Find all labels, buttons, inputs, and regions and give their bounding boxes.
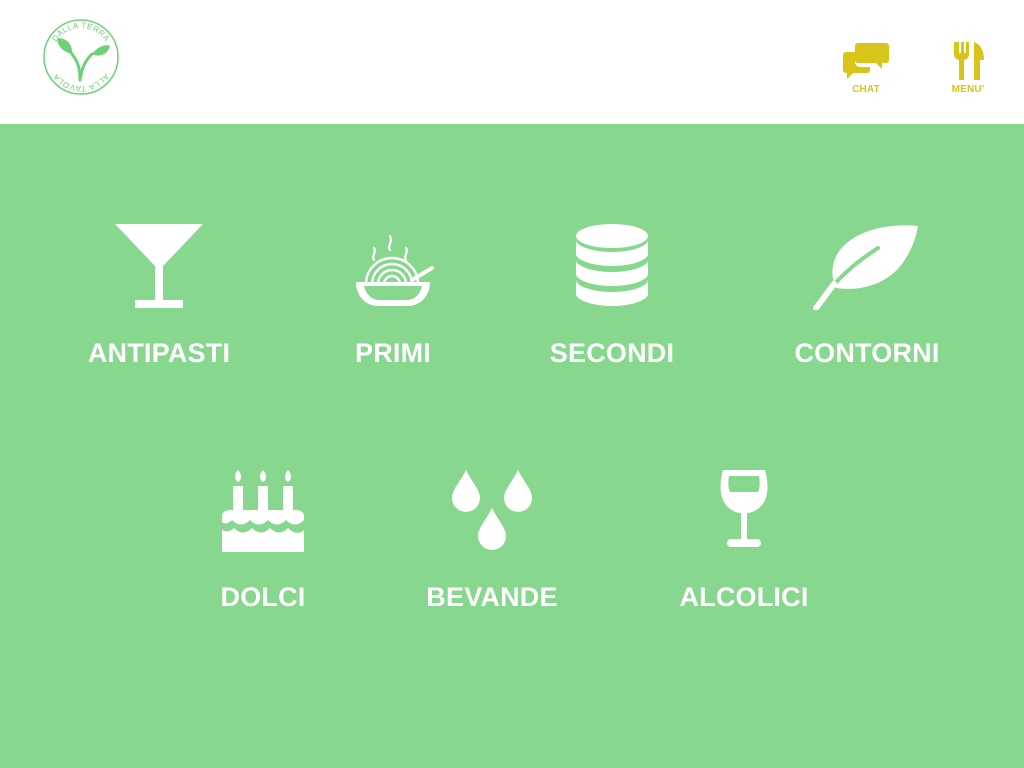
pasta-bowl-icon <box>350 220 436 310</box>
category-secondi[interactable]: SECONDI <box>537 220 687 369</box>
chat-label: CHAT <box>852 84 880 95</box>
category-label: ANTIPASTI <box>87 338 231 368</box>
category-label: DOLCI <box>220 582 306 612</box>
logo[interactable]: DALLA TERRA ALLA TAVOLA <box>40 16 122 98</box>
category-label: BEVANDE <box>426 582 558 612</box>
category-contorni[interactable]: CONTORNI <box>792 220 942 369</box>
category-grid: ANTIPASTI PRIMI SECONDI CONTORNI DOLCI B… <box>0 124 1024 768</box>
header-bar: DALLA TERRA ALLA TAVOLA CHAT MENU' <box>0 0 1024 124</box>
chat-bubbles-icon <box>843 43 889 79</box>
leaf-icon <box>812 220 922 310</box>
chat-button[interactable]: CHAT <box>840 40 892 95</box>
category-bevande[interactable]: BEVANDE <box>417 464 567 613</box>
category-antipasti[interactable]: ANTIPASTI <box>84 220 234 369</box>
category-label: ALCOLICI <box>679 582 809 612</box>
birthday-cake-icon <box>220 464 306 554</box>
category-dolci[interactable]: DOLCI <box>188 464 338 613</box>
logo-sprout-icon: DALLA TERRA ALLA TAVOLA <box>43 19 119 95</box>
water-drops-icon <box>450 464 534 554</box>
category-label: PRIMI <box>354 338 431 368</box>
fork-knife-icon <box>954 42 984 80</box>
menu-button[interactable]: MENU' <box>946 40 990 95</box>
category-primi[interactable]: PRIMI <box>318 220 468 369</box>
menu-label: MENU' <box>951 84 985 95</box>
database-stack-icon <box>574 220 650 310</box>
category-label: CONTORNI <box>794 338 940 368</box>
category-label: SECONDI <box>549 338 675 368</box>
wine-glass-icon <box>717 464 771 554</box>
category-alcolici[interactable]: ALCOLICI <box>669 464 819 613</box>
cocktail-glass-icon <box>111 220 207 310</box>
